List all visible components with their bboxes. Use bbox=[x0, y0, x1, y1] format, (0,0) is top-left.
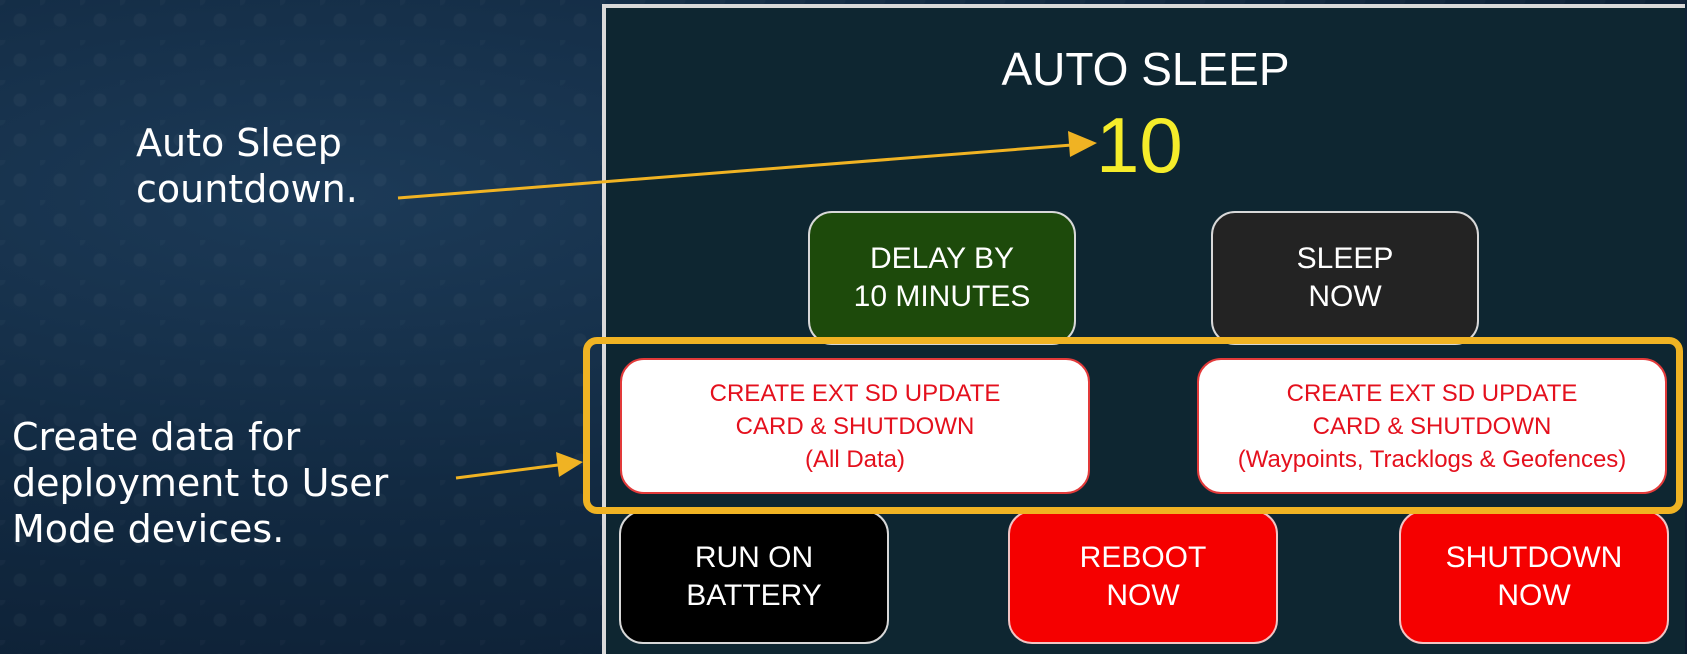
countdown-arrow-line bbox=[397, 143, 1073, 200]
create-arrowhead bbox=[556, 452, 583, 477]
create-arrow-line bbox=[455, 463, 559, 480]
countdown-arrowhead bbox=[1068, 131, 1097, 157]
annotation-arrows bbox=[397, 131, 1097, 480]
